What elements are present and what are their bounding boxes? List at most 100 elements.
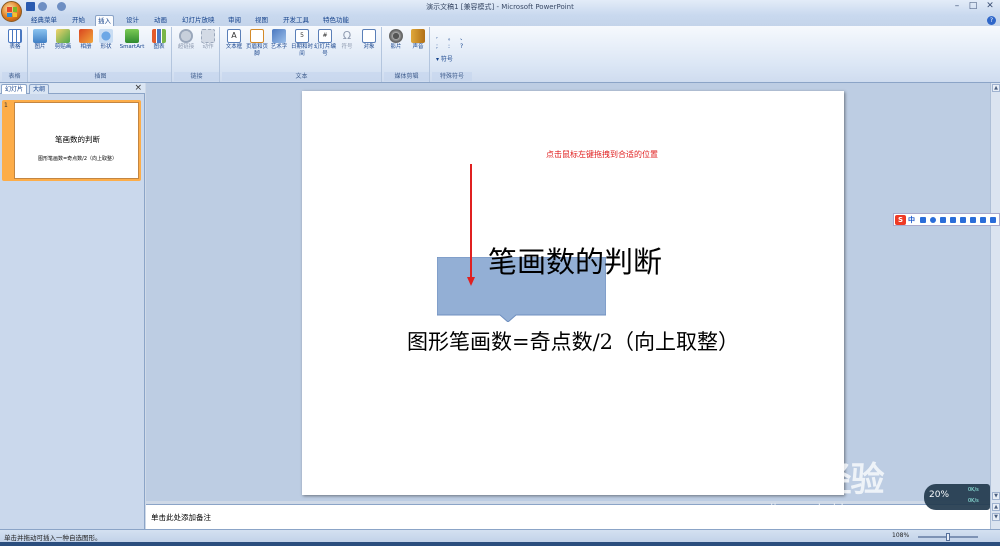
upload-speed: 0K/s [968, 487, 979, 493]
close-button[interactable]: ✕ [983, 1, 997, 12]
group-illustrations: 图片 剪贴画 相册 形状 SmartArt 图表 插图 [30, 27, 172, 82]
arrow-line [470, 164, 472, 280]
symbol-button[interactable]: Ω 符号 [337, 29, 357, 51]
network-meter[interactable]: 20% 0K/s 0K/s [924, 484, 990, 510]
textbox-button[interactable]: A 文本框 [224, 29, 244, 51]
chart-icon [152, 29, 166, 43]
chart-button[interactable]: 图表 [149, 29, 169, 51]
thumbnail-title: 笔画数的判断 [55, 135, 100, 144]
symbol-colon[interactable]: : [448, 43, 450, 50]
tab-slides[interactable]: 幻灯片 [1, 84, 28, 94]
picture-button[interactable]: 图片 [31, 29, 49, 51]
group-label: 链接 [174, 72, 219, 81]
slides-panel: 幻灯片 大纲 × 1 笔画数的判断 图形笔画数=奇点数/2（向上取整） [0, 83, 145, 529]
datetime-button[interactable]: 5 日期和时间 [291, 29, 313, 58]
symbol-dunhao[interactable]: 、 [460, 33, 466, 42]
menu-icon[interactable] [990, 217, 996, 223]
header-footer-icon [250, 29, 264, 43]
slide-subtitle[interactable]: 图形笔画数=奇点数/2（向上取整） [388, 326, 758, 356]
tab-home[interactable]: 开始 [70, 15, 87, 26]
prev-slide-icon[interactable]: ▲ [992, 503, 1000, 511]
tools-icon[interactable] [970, 217, 976, 223]
title-bar: 演示文稿1 [兼容模式] - Microsoft PowerPoint – □ … [0, 0, 1000, 15]
taskbar [0, 542, 1000, 546]
thumbnail-subtitle: 图形笔画数=奇点数/2（向上取整） [37, 156, 118, 162]
header-footer-button[interactable]: 页眉和页脚 [246, 29, 268, 58]
tab-developer[interactable]: 开发工具 [281, 15, 311, 26]
ribbon: 表格 表格 图片 剪贴画 相册 形状 SmartArt 图表 插图 超链接 动作… [0, 26, 1000, 83]
table-button[interactable]: 表格 [4, 29, 26, 51]
emoji-icon[interactable] [930, 217, 936, 223]
group-label: 媒体剪辑 [384, 72, 429, 81]
skin-icon[interactable] [960, 217, 966, 223]
download-speed: 0K/s [968, 498, 979, 504]
zoom-slider-thumb[interactable] [946, 533, 950, 541]
window-title: 演示文稿1 [兼容模式] - Microsoft PowerPoint [426, 3, 574, 11]
tab-view[interactable]: 视图 [253, 15, 270, 26]
minimize-button[interactable]: – [950, 1, 964, 12]
tab-review[interactable]: 审阅 [226, 15, 243, 26]
tab-slideshow[interactable]: 幻灯片放映 [180, 15, 217, 26]
close-icon[interactable]: × [134, 84, 142, 93]
shirt-icon[interactable] [980, 217, 986, 223]
office-button[interactable] [1, 1, 22, 22]
zoom-level[interactable]: 108% [892, 532, 909, 539]
scroll-down-icon[interactable]: ▼ [992, 492, 1000, 500]
ime-mode[interactable]: 中 [908, 215, 915, 225]
textbox-icon: A [227, 29, 241, 43]
slide-canvas[interactable]: 点击鼠标左键拖拽到合适的位置 笔画数的判断 图形笔画数=奇点数/2（向上取整） [302, 91, 844, 495]
vertical-scrollbar[interactable]: ▲ ▼ ▲ ▼ [990, 83, 1000, 529]
shapes-icon [99, 29, 113, 43]
shapes-button[interactable]: 形状 [97, 29, 115, 51]
maximize-button[interactable]: □ [966, 1, 980, 12]
tab-special[interactable]: 特色功能 [321, 15, 351, 26]
help-icon[interactable]: ? [987, 16, 996, 25]
album-button[interactable]: 相册 [77, 29, 95, 51]
group-label: 特殊符号 [432, 72, 472, 81]
movie-button[interactable]: 影片 [386, 29, 406, 51]
tab-outline[interactable]: 大纲 [29, 84, 50, 94]
ime-toolbar[interactable]: S 中 [893, 213, 1000, 226]
film-reel-icon [389, 29, 403, 43]
redo-icon[interactable] [57, 2, 66, 11]
table-icon [8, 29, 22, 43]
wordart-icon [272, 29, 286, 43]
scroll-up-icon[interactable]: ▲ [992, 84, 1000, 92]
album-icon [79, 29, 93, 43]
tab-insert[interactable]: 插入 [95, 15, 114, 26]
tab-animation[interactable]: 动画 [152, 15, 169, 26]
symbol-semicolon[interactable]: ; [436, 43, 438, 50]
symbol-question[interactable]: ? [460, 43, 463, 50]
notes-placeholder[interactable]: 单击此处添加备注 [151, 512, 211, 523]
symbol-dropdown-button[interactable]: ▾ 符号 [436, 54, 453, 63]
clipart-button[interactable]: 剪贴画 [51, 29, 75, 51]
panel-tabs: 幻灯片 大纲 × [0, 83, 145, 94]
tab-classic-menu[interactable]: 经典菜单 [29, 15, 59, 26]
symbol-comma[interactable]: , [436, 33, 438, 40]
sogou-logo-icon[interactable]: S [895, 215, 906, 225]
microphone-icon[interactable] [940, 217, 946, 223]
object-button[interactable]: 对象 [358, 29, 380, 51]
group-links: 超链接 动作 链接 [174, 27, 220, 82]
slide-number-button[interactable]: # 幻灯片编号 [314, 29, 336, 58]
wordart-button[interactable]: 艺术字 [269, 29, 289, 51]
cpu-percent: 20% [929, 490, 950, 500]
punctuation-icon[interactable] [920, 217, 926, 223]
slide-thumbnail[interactable]: 1 笔画数的判断 图形笔画数=奇点数/2（向上取整） [2, 100, 141, 181]
object-icon [362, 29, 376, 43]
slide-title[interactable]: 笔画数的判断 [470, 239, 680, 281]
hyperlink-button[interactable]: 超链接 [175, 29, 197, 51]
sound-button[interactable]: 声音 [408, 29, 428, 51]
tab-design[interactable]: 设计 [124, 15, 141, 26]
keyboard-icon[interactable] [950, 217, 956, 223]
undo-icon[interactable] [38, 2, 47, 11]
calendar-icon: 5 [295, 29, 309, 43]
next-slide-icon[interactable]: ▼ [992, 513, 1000, 521]
smartart-button[interactable]: SmartArt [117, 29, 147, 51]
group-special-symbols: , 。 ; : ? 、 ▾ 符号 特殊符号 [432, 27, 472, 82]
symbol-period[interactable]: 。 [448, 33, 454, 42]
action-button[interactable]: 动作 [198, 29, 218, 51]
slide-number: 1 [4, 102, 8, 109]
picture-icon [33, 29, 47, 43]
save-icon[interactable] [26, 2, 35, 11]
